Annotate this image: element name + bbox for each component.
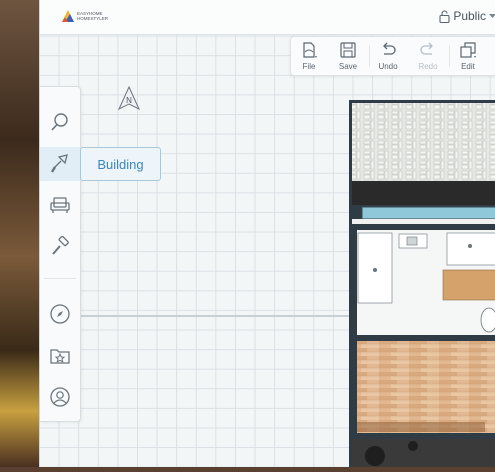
edit-icon <box>460 42 476 58</box>
building-tooltip: Building <box>80 147 161 181</box>
sidebar-item-paint[interactable] <box>40 230 80 264</box>
logo-icon <box>62 10 74 22</box>
desktop-background <box>0 0 40 467</box>
app-logo[interactable]: EASYHOME HOMESTYLER <box>61 9 108 23</box>
save-button[interactable]: Save <box>330 41 366 75</box>
design-canvas[interactable]: EASYHOME HOMESTYLER Public File Save Und… <box>39 0 495 467</box>
star-folder-icon <box>50 349 70 364</box>
lock-icon <box>439 9 450 23</box>
armchair-icon <box>50 197 70 213</box>
sidebar-item-favorites[interactable] <box>40 339 80 373</box>
north-compass[interactable]: N <box>117 85 141 115</box>
sidebar-item-furniture[interactable] <box>40 188 80 222</box>
compass-north-icon: N <box>117 85 141 111</box>
edit-label: Edit <box>461 62 475 71</box>
edit-button[interactable]: Edit <box>450 41 486 75</box>
trowel-icon <box>50 154 68 173</box>
sidebar-item-account[interactable] <box>40 380 80 414</box>
redo-icon <box>420 42 433 55</box>
floor-plan[interactable] <box>349 100 495 467</box>
sidebar-divider <box>44 278 76 279</box>
paint-roller-icon <box>52 236 69 255</box>
undo-label: Undo <box>378 62 398 71</box>
logo-text-line2: HOMESTYLER <box>77 16 109 21</box>
compass-label: N <box>126 96 132 105</box>
chevron-down-icon <box>489 13 495 18</box>
visibility-label: Public <box>453 9 486 23</box>
left-sidebar <box>40 86 81 422</box>
save-label: Save <box>338 62 358 71</box>
redo-label: Redo <box>418 62 438 71</box>
top-bar: EASYHOME HOMESTYLER Public <box>40 0 495 35</box>
compass-icon <box>50 304 70 324</box>
visibility-toggle[interactable]: Public <box>439 9 495 23</box>
file-label: File <box>302 62 316 71</box>
undo-icon <box>383 42 396 55</box>
search-icon <box>51 113 68 131</box>
save-icon <box>340 42 356 58</box>
sidebar-item-search[interactable] <box>40 105 80 139</box>
tooltip-label: Building <box>97 156 144 172</box>
user-icon <box>50 387 70 407</box>
file-icon <box>303 42 317 58</box>
main-toolbar: File Save Undo Redo Edit <box>290 36 495 76</box>
guide-line <box>80 315 350 317</box>
floor-plan-drawing <box>349 100 495 467</box>
sidebar-item-inspiration[interactable] <box>40 297 80 331</box>
undo-button[interactable]: Undo <box>370 41 406 75</box>
sidebar-item-building[interactable] <box>40 147 80 181</box>
redo-button[interactable]: Redo <box>410 41 446 75</box>
file-button[interactable]: File <box>291 41 327 75</box>
